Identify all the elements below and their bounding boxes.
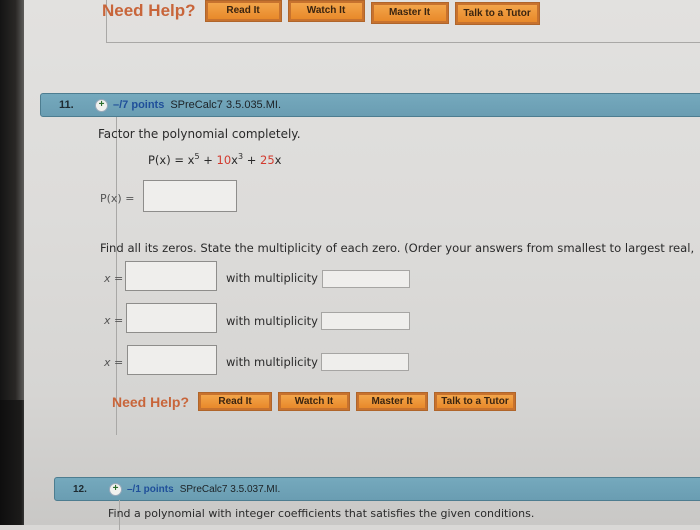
zero-2-label: x =	[104, 314, 124, 327]
expand-plus-icon[interactable]: +	[95, 98, 108, 112]
watch-it-button[interactable]: Watch It	[278, 392, 351, 411]
talk-to-tutor-button[interactable]: Talk to a Tutor	[434, 392, 517, 411]
multiplicity-1-label: with multiplicity	[226, 271, 318, 285]
question-source: SPreCalc7 3.5.035.MI.	[170, 99, 282, 111]
multiplicity-2-input[interactable]	[321, 312, 410, 330]
watch-it-button[interactable]: Watch It	[287, 0, 365, 22]
read-it-button[interactable]: Read It	[198, 392, 273, 411]
coefficient-1: 10	[216, 152, 232, 167]
question-11-header: 11. + –/7 points SPreCalc7 3.5.035.MI.	[40, 93, 700, 117]
multiplicity-1-input[interactable]	[322, 270, 410, 288]
term-2: x	[231, 152, 238, 167]
plus-sign: +	[243, 152, 261, 167]
factor-instruction: Factor the polynomial completely.	[98, 127, 301, 141]
zero-1-input[interactable]	[125, 261, 217, 291]
previous-help-row: Need Help? Read It Watch It Master It Ta…	[102, 0, 547, 25]
expand-plus-icon[interactable]: +	[109, 482, 122, 496]
talk-to-tutor-button[interactable]: Talk to a Tutor	[454, 2, 540, 25]
polynomial-lhs: P(x) = x	[148, 152, 195, 167]
multiplicity-3-input[interactable]	[321, 353, 409, 371]
multiplicity-2-label: with multiplicity	[226, 314, 318, 328]
zero-1-label: x =	[104, 272, 124, 285]
coefficient-2: 25	[260, 152, 275, 167]
question-12-instruction: Find a polynomial with integer coefficie…	[108, 507, 535, 520]
need-help-label: Need Help?	[102, 0, 196, 20]
plus-sign: +	[199, 152, 217, 167]
term-3: x	[274, 152, 282, 167]
zero-3-label: x =	[104, 356, 124, 369]
need-help-label: Need Help?	[112, 393, 190, 410]
multiplicity-3-label: with multiplicity	[226, 355, 318, 369]
factored-form-input[interactable]	[143, 180, 237, 212]
points-value: –/7 points	[113, 99, 165, 111]
zero-2-input[interactable]	[126, 303, 217, 333]
question-source: SPreCalc7 3.5.037.MI.	[179, 483, 281, 495]
question-number: 11.	[59, 99, 74, 111]
factor-label: P(x) =	[100, 192, 135, 205]
read-it-button[interactable]: Read It	[204, 0, 282, 22]
master-it-button[interactable]: Master It	[356, 392, 429, 411]
zero-3-input[interactable]	[127, 345, 217, 375]
assignment-page: Need Help? Read It Watch It Master It Ta…	[24, 0, 700, 530]
polynomial-expression: P(x) = x5 + 10x3 + 25x	[148, 152, 281, 167]
question-12-header: 12. + –/1 points SPreCalc7 3.5.037.MI.	[54, 477, 700, 501]
points-value: –/1 points	[127, 483, 174, 495]
question-11-help-row: Need Help? Read It Watch It Master It Ta…	[112, 392, 523, 411]
zeros-instruction: Find all its zeros. State the multiplici…	[100, 241, 695, 255]
question-number: 12.	[73, 483, 87, 495]
master-it-button[interactable]: Master It	[370, 1, 449, 24]
